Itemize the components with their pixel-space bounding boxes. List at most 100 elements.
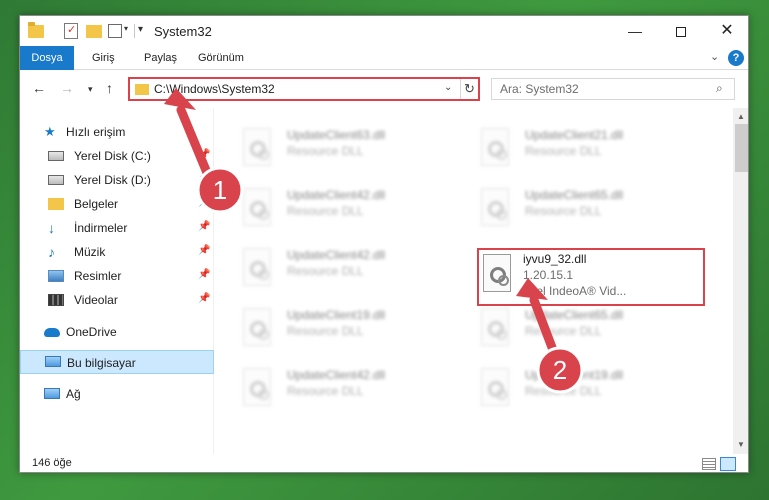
up-arrow-icon[interactable]: ↑: [106, 80, 113, 96]
sidebar-item-label: Videolar: [74, 293, 118, 307]
sidebar-item-pictures[interactable]: Resimler 📌: [20, 264, 214, 288]
vertical-scrollbar[interactable]: ▲ ▼: [733, 108, 748, 454]
folder-icon: [28, 22, 44, 38]
sidebar-item-label: İndirmeler: [74, 221, 128, 235]
address-path[interactable]: C:\Windows\System32: [154, 82, 275, 96]
close-button[interactable]: ✕: [704, 16, 748, 46]
file-explorer-window: ▾ ▾ System32 — ✕ Dosya Giriş Paylaş Görü…: [19, 15, 749, 473]
dll-file-icon: [243, 368, 271, 406]
list-item[interactable]: UpdateClient65.dll Resource DLL: [453, 302, 683, 352]
file-type: Resource DLL: [287, 204, 364, 218]
file-name: UpdateClient63.dll: [287, 128, 386, 142]
file-type: Resource DLL: [287, 264, 364, 278]
list-item[interactable]: UpdateClient19.dll Resource DLL: [215, 302, 445, 352]
network-icon: [44, 388, 60, 399]
sidebar-item-downloads[interactable]: ↓ İndirmeler 📌: [20, 216, 214, 240]
forward-arrow-icon[interactable]: →: [60, 80, 74, 96]
large-icons-view-icon[interactable]: [720, 457, 736, 471]
recent-locations-icon[interactable]: ▾: [88, 84, 93, 95]
cloud-icon: [44, 328, 60, 337]
drive-icon: [48, 175, 64, 185]
highlight-box-file: [477, 248, 705, 306]
back-arrow-icon[interactable]: ←: [32, 80, 46, 96]
list-item[interactable]: UpdateClient65.dll Resource DLL: [453, 182, 683, 232]
pin-icon[interactable]: 📌: [198, 149, 210, 160]
list-item[interactable]: UpdateClient42.dll Resource DLL: [215, 362, 445, 412]
file-type: Resource DLL: [287, 144, 364, 158]
sidebar-item-label: Bu bilgisayar: [67, 356, 136, 370]
pin-icon[interactable]: 📌: [198, 269, 210, 280]
file-type: Resource DLL: [287, 384, 364, 398]
search-box[interactable]: ⌕: [491, 78, 735, 100]
dll-file-icon: [481, 308, 509, 346]
scroll-up-icon[interactable]: ▲: [737, 112, 745, 121]
navigation-bar: ← → ▾ ↑ C:\Windows\System32 ⌄ ↻ ⌕: [20, 71, 748, 107]
file-name: UpdateClient19.dll: [525, 368, 624, 382]
sidebar-item-label: Ağ: [66, 387, 81, 401]
sidebar-item-quick-access[interactable]: ★ Hızlı erişim: [20, 120, 214, 144]
drive-icon: [48, 151, 64, 161]
pin-icon[interactable]: 📌: [198, 221, 210, 232]
address-dropdown-icon[interactable]: ⌄: [444, 82, 452, 93]
new-folder-icon[interactable]: [86, 25, 102, 38]
search-icon[interactable]: ⌕: [716, 81, 723, 96]
file-type: Resource DLL: [525, 384, 602, 398]
sidebar-item-local-disk-c[interactable]: Yerel Disk (C:) 📌: [20, 144, 214, 168]
view-icon[interactable]: [108, 24, 122, 38]
address-bar[interactable]: C:\Windows\System32 ⌄ ↻: [128, 77, 480, 101]
window-title: System32: [154, 24, 212, 39]
list-item[interactable]: UpdateClient42.dll Resource DLL: [215, 242, 445, 292]
search-input[interactable]: [492, 79, 712, 99]
list-item[interactable]: UpdateClient63.dll Resource DLL: [215, 122, 445, 172]
details-view-icon[interactable]: [702, 458, 716, 470]
sidebar-item-label: Yerel Disk (D:): [74, 173, 151, 187]
sidebar-item-label: Müzik: [74, 245, 106, 259]
sidebar-item-music[interactable]: ♪ Müzik 📌: [20, 240, 214, 264]
refresh-icon[interactable]: ↻: [464, 81, 475, 97]
music-icon: ♪: [48, 244, 55, 260]
address-separator: [460, 79, 461, 99]
view-dropdown-icon[interactable]: ▾: [124, 24, 128, 42]
maximize-button[interactable]: [658, 16, 704, 46]
file-name: UpdateClient42.dll: [287, 188, 386, 202]
pin-icon[interactable]: 📌: [198, 293, 210, 304]
pictures-icon: [48, 270, 64, 282]
dll-file-icon: [243, 188, 271, 226]
sidebar-item-videos[interactable]: Videolar 📌: [20, 288, 214, 312]
pin-icon[interactable]: 📌: [198, 173, 210, 184]
sidebar-item-label: Resimler: [74, 269, 122, 283]
help-button[interactable]: ?: [728, 50, 744, 66]
sidebar-item-this-pc[interactable]: Bu bilgisayar: [20, 350, 214, 374]
tab-home[interactable]: Giriş: [92, 46, 115, 70]
sidebar-item-onedrive[interactable]: OneDrive: [20, 320, 214, 344]
pin-icon[interactable]: 📌: [198, 197, 210, 208]
sidebar-item-documents[interactable]: Belgeler 📌: [20, 192, 214, 216]
sidebar-item-label: Belgeler: [74, 197, 119, 211]
dll-file-icon: [243, 128, 271, 166]
folder-icon: [48, 198, 64, 210]
ribbon-tabs: Dosya Giriş Paylaş Görünüm ⌄ ?: [20, 46, 748, 70]
properties-icon[interactable]: [64, 23, 78, 39]
file-type: Resource DLL: [525, 324, 602, 338]
quick-access-dropdown-icon[interactable]: ▾: [138, 24, 143, 42]
dll-file-icon: [481, 368, 509, 406]
navigation-pane: ★ Hızlı erişim Yerel Disk (C:) 📌 Yerel D…: [20, 108, 214, 454]
scroll-thumb[interactable]: [735, 124, 748, 172]
tab-file[interactable]: Dosya: [20, 46, 74, 70]
list-item[interactable]: UpdateClient19.dll Resource DLL: [453, 362, 683, 412]
tab-view[interactable]: Görünüm: [198, 46, 244, 70]
minimize-button[interactable]: —: [612, 16, 658, 46]
file-name: UpdateClient65.dll: [525, 308, 624, 322]
dll-file-icon: [481, 188, 509, 226]
video-icon: [48, 294, 64, 306]
list-item[interactable]: UpdateClient42.dll Resource DLL: [215, 182, 445, 232]
sidebar-item-network[interactable]: Ağ: [20, 382, 214, 406]
computer-icon: [45, 356, 61, 367]
ribbon-expand-icon[interactable]: ⌄: [710, 50, 719, 63]
sidebar-item-local-disk-d[interactable]: Yerel Disk (D:) 📌: [20, 168, 214, 192]
pin-icon[interactable]: 📌: [198, 245, 210, 256]
list-item[interactable]: UpdateClient21.dll Resource DLL: [453, 122, 683, 172]
file-type: Resource DLL: [287, 324, 364, 338]
scroll-down-icon[interactable]: ▼: [737, 440, 745, 449]
tab-share[interactable]: Paylaş: [144, 46, 177, 70]
